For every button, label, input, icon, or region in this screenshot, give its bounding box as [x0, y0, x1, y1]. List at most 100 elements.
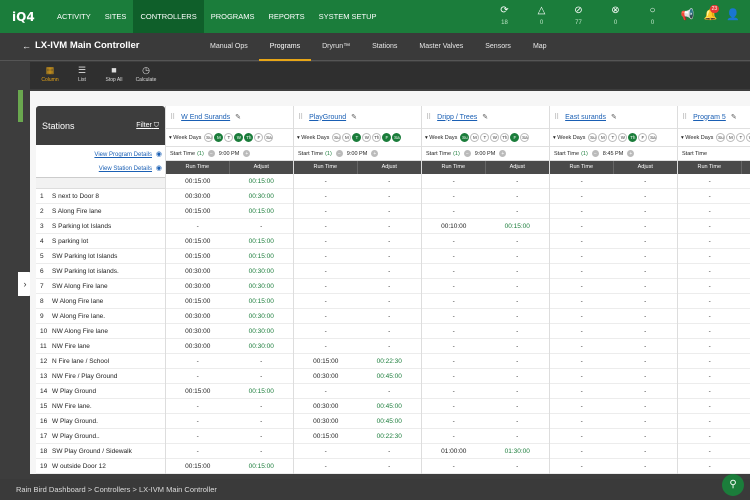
week-days-dropdown[interactable]: ▾ Week Days	[425, 135, 457, 141]
status-sync[interactable]: ⟳ 18	[486, 0, 523, 33]
edit-pencil-icon[interactable]: ✎	[351, 113, 357, 121]
run-time-cell[interactable]: -	[422, 294, 486, 308]
view-station-details-link[interactable]: View Station Details ◉	[36, 162, 165, 176]
station-row[interactable]: 12 N Fire lane / School	[36, 354, 165, 369]
nav-item-activity[interactable]: ACTIVITY	[50, 0, 98, 33]
stop-all-button[interactable]: ■ Stop All	[98, 62, 130, 84]
run-time-cell[interactable]: -	[166, 444, 230, 458]
run-time-cell[interactable]: -	[550, 384, 614, 398]
remove-start-time-icon[interactable]: −	[335, 150, 343, 157]
edit-pencil-icon[interactable]: ✎	[235, 113, 241, 121]
run-time-cell[interactable]: 00:10:00	[422, 219, 486, 233]
run-time-cell[interactable]: -	[550, 429, 614, 443]
nav-item-controllers[interactable]: CONTROLLERS	[133, 0, 204, 33]
tab-programs[interactable]: Programs	[258, 33, 312, 61]
run-time-cell[interactable]: -	[422, 249, 486, 263]
run-time-cell[interactable]: -	[550, 354, 614, 368]
run-time-cell[interactable]: 00:15:00	[166, 204, 230, 218]
day-toggle-sa[interactable]: Sa	[392, 133, 402, 142]
run-time-cell[interactable]: -	[166, 219, 230, 233]
start-time-value[interactable]: 9:00 PM	[219, 151, 239, 157]
status-error[interactable]: ⊗ 0	[597, 0, 634, 33]
status-warning[interactable]: △ 0	[523, 0, 560, 33]
calculate-button[interactable]: ◷ Calculate	[130, 62, 162, 84]
drag-handle-icon[interactable]: ⠿	[426, 113, 431, 121]
run-time-cell[interactable]: -	[166, 399, 230, 413]
run-time-cell[interactable]: -	[422, 339, 486, 353]
run-time-cell[interactable]: -	[678, 309, 742, 323]
run-time-cell[interactable]: -	[422, 324, 486, 338]
day-toggle-su[interactable]: Su	[460, 133, 470, 142]
run-time-cell[interactable]: -	[294, 219, 358, 233]
run-time-cell[interactable]: -	[550, 249, 614, 263]
run-time-cell[interactable]: 00:30:00	[166, 189, 230, 203]
run-time-cell[interactable]: 00:30:00	[166, 279, 230, 293]
run-time-cell[interactable]: -	[294, 324, 358, 338]
station-row[interactable]: 13 NW Fire / Play Ground	[36, 369, 165, 384]
drag-handle-icon[interactable]: ⠿	[682, 113, 687, 121]
run-time-cell[interactable]: -	[678, 339, 742, 353]
run-time-cell[interactable]: 00:15:00	[166, 459, 230, 473]
day-toggle-m[interactable]: M	[342, 133, 352, 142]
start-time-value[interactable]: 9:00 PM	[475, 151, 495, 157]
run-time-cell[interactable]: -	[678, 444, 742, 458]
run-time-cell[interactable]: -	[294, 384, 358, 398]
run-time-cell[interactable]: -	[678, 384, 742, 398]
day-toggle-w[interactable]: W	[234, 133, 244, 142]
program-name-link[interactable]: Program 5	[693, 114, 726, 121]
run-time-cell[interactable]: 00:30:00	[166, 324, 230, 338]
run-time-cell[interactable]: -	[678, 234, 742, 248]
run-time-cell[interactable]: -	[294, 294, 358, 308]
station-row[interactable]: 16 W Play Ground.	[36, 414, 165, 429]
run-time-cell[interactable]: -	[166, 414, 230, 428]
station-row[interactable]: 4 S parking lot	[36, 234, 165, 249]
run-time-cell[interactable]: -	[422, 459, 486, 473]
day-toggle-m[interactable]: M	[726, 133, 736, 142]
day-toggle-t[interactable]: T	[736, 133, 746, 142]
run-time-cell[interactable]: -	[294, 174, 358, 188]
day-toggle-th[interactable]: Th	[500, 133, 510, 142]
run-time-cell[interactable]: -	[678, 174, 742, 188]
day-toggle-f[interactable]: F	[638, 133, 648, 142]
run-time-cell[interactable]: -	[678, 204, 742, 218]
day-toggle-f[interactable]: F	[510, 133, 520, 142]
run-time-cell[interactable]: -	[550, 414, 614, 428]
day-toggle-t[interactable]: T	[224, 133, 234, 142]
day-toggle-t[interactable]: T	[608, 133, 618, 142]
run-time-cell[interactable]: -	[550, 219, 614, 233]
day-toggle-su[interactable]: Su	[716, 133, 726, 142]
program-name-link[interactable]: East surands	[565, 114, 606, 121]
tab-map[interactable]: Map	[522, 33, 558, 61]
run-time-cell[interactable]: -	[678, 354, 742, 368]
add-start-time-icon[interactable]: +	[371, 150, 379, 157]
run-time-cell[interactable]: -	[422, 399, 486, 413]
user-icon[interactable]: 👤	[726, 8, 740, 21]
run-time-cell[interactable]: -	[678, 294, 742, 308]
run-time-cell[interactable]: -	[166, 354, 230, 368]
run-time-cell[interactable]: -	[422, 354, 486, 368]
day-toggle-w[interactable]: W	[746, 133, 750, 142]
week-days-dropdown[interactable]: ▾ Week Days	[681, 135, 713, 141]
run-time-cell[interactable]: 00:15:00	[166, 234, 230, 248]
run-time-cell[interactable]: -	[550, 339, 614, 353]
start-time-value[interactable]: 8:45 PM	[603, 151, 623, 157]
station-row[interactable]: 6 SW Parking lot islands.	[36, 264, 165, 279]
back-arrow-icon[interactable]: ←	[22, 41, 31, 51]
run-time-cell[interactable]: -	[294, 189, 358, 203]
run-time-cell[interactable]: -	[678, 279, 742, 293]
run-time-cell[interactable]: 00:15:00	[294, 429, 358, 443]
run-time-cell[interactable]: -	[550, 234, 614, 248]
run-time-cell[interactable]: -	[550, 399, 614, 413]
column-button[interactable]: ▦ Column	[34, 62, 66, 84]
run-time-cell[interactable]: -	[550, 324, 614, 338]
run-time-cell[interactable]: -	[422, 264, 486, 278]
run-time-cell[interactable]: -	[294, 279, 358, 293]
run-time-cell[interactable]: -	[550, 444, 614, 458]
nav-item-system-setup[interactable]: SYSTEM SETUP	[312, 0, 384, 33]
run-time-cell[interactable]: 00:15:00	[166, 384, 230, 398]
run-time-cell[interactable]: -	[678, 429, 742, 443]
run-time-cell[interactable]: -	[294, 264, 358, 278]
station-row[interactable]: 18 SW Play Ground / Sidewalk	[36, 444, 165, 459]
run-time-cell[interactable]: -	[294, 204, 358, 218]
run-time-cell[interactable]: 00:15:00	[166, 294, 230, 308]
